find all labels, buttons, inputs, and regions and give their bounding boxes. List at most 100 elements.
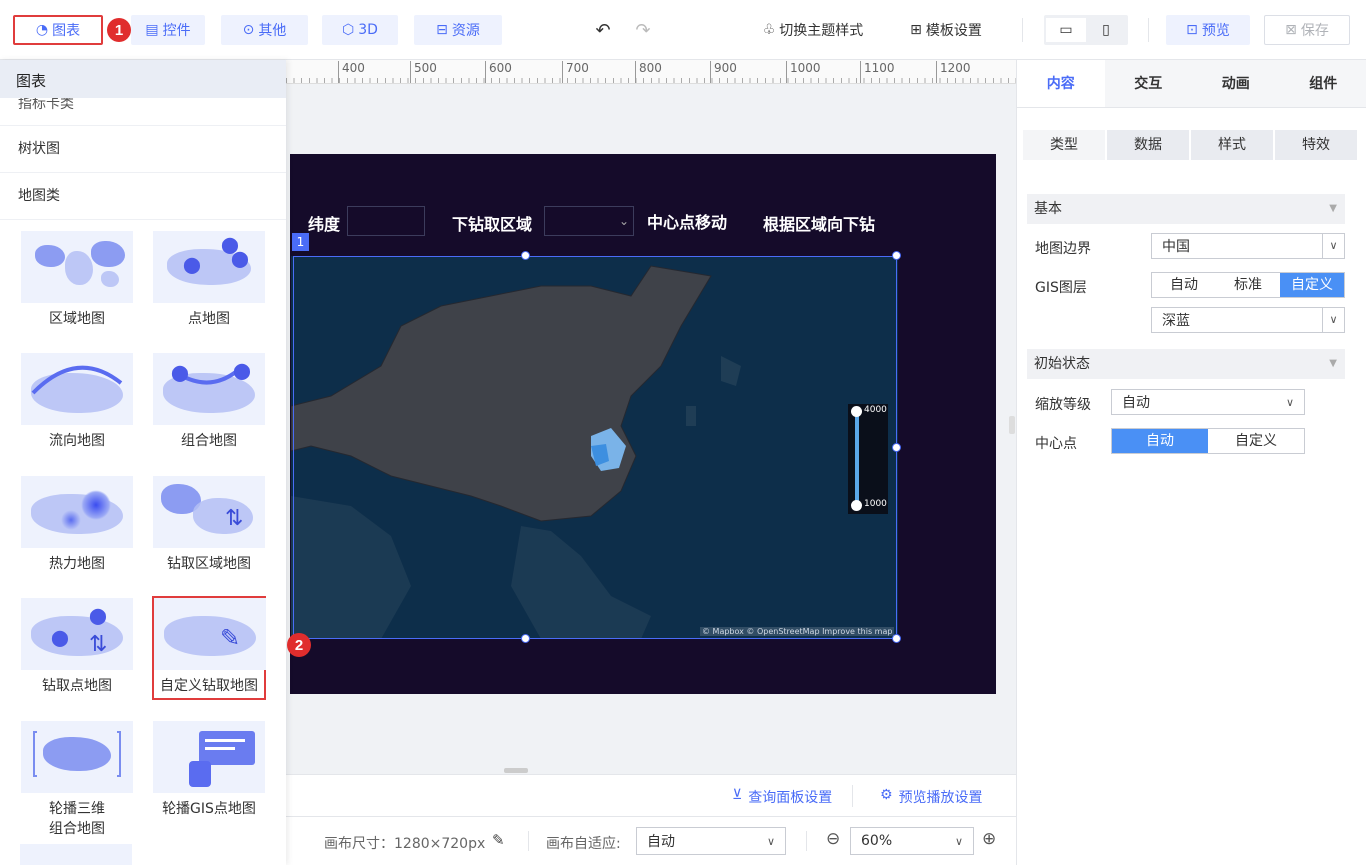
ruler-tick: 600 xyxy=(485,61,512,83)
control-button[interactable]: ▤ 控件 xyxy=(131,15,205,45)
preview-play-settings[interactable]: ⚙ 预览播放设置 xyxy=(880,787,983,807)
chevron-down-icon: ⌄ xyxy=(618,214,629,228)
save-button[interactable]: ⊠ 保存 xyxy=(1264,15,1350,45)
chart-button[interactable]: ◔ 图表 xyxy=(13,15,103,45)
resize-handle-top[interactable] xyxy=(521,251,530,260)
theme-button[interactable]: ♧ 切换主题样式 xyxy=(750,15,876,45)
flow-map-thumbnail xyxy=(21,353,133,425)
category-map[interactable]: 地图类 xyxy=(0,173,286,220)
other-button[interactable]: ⊙ 其他 xyxy=(221,15,308,45)
map-attribution[interactable]: © Mapbox © OpenStreetMap Improve this ma… xyxy=(700,627,895,636)
category-tree-chart[interactable]: 树状图 xyxy=(0,126,286,173)
subtab-effects[interactable]: 特效 xyxy=(1275,130,1359,160)
drill-area-select[interactable]: ⌄ xyxy=(544,206,634,236)
ruler-tick: 1000 xyxy=(786,61,821,83)
drill-point-map-card[interactable]: ⬤ ⬤ ⇅ 钻取点地图 xyxy=(20,598,134,696)
desktop-icon[interactable]: ▭ xyxy=(1046,18,1086,42)
combined-map-card[interactable]: ⬤ ⬤ 组合地图 xyxy=(152,353,266,451)
edit-icon[interactable]: ✎ xyxy=(492,831,505,849)
more-circle-icon: ⊙ xyxy=(242,22,255,38)
sub-tabs: 类型 数据 样式 特效 xyxy=(1023,130,1359,160)
legend-handle-max[interactable] xyxy=(851,406,862,417)
carousel-3d-map-card[interactable]: 轮播三维 组合地图 xyxy=(20,721,134,839)
latitude-input[interactable] xyxy=(347,206,425,236)
undo-button[interactable]: ↶ xyxy=(588,15,618,45)
drill-by-region-button[interactable]: 根据区域向下钻 xyxy=(763,211,875,235)
dashboard-screen: 纬度 下钻取区域 ⌄ 中心点移动 根据区域向下钻 1 4000 1000 © M… xyxy=(290,154,996,694)
zoom-select[interactable]: 60% ∨ xyxy=(850,827,974,855)
redo-button[interactable]: ↷ xyxy=(628,15,658,45)
3d-button[interactable]: ⬡ 3D xyxy=(322,15,398,45)
canvas-resize-handle[interactable] xyxy=(504,768,528,773)
adapt-value: 自动 xyxy=(647,834,675,850)
canvas-footer: ⊻ 查询面板设置 ⚙ 预览播放设置 xyxy=(286,774,1016,816)
step-marker-2: 2 xyxy=(287,633,311,657)
caret-down-icon: ▼ xyxy=(1329,358,1337,369)
resize-handle-bottom[interactable] xyxy=(521,634,530,643)
map-pin-icon: ⬤ xyxy=(51,628,69,647)
tab-animation[interactable]: 动画 xyxy=(1192,60,1280,107)
adapt-select[interactable]: 自动 ∨ xyxy=(636,827,786,855)
heat-map-card[interactable]: 热力地图 xyxy=(20,476,134,574)
flow-map-card[interactable]: 流向地图 xyxy=(20,353,134,451)
save-icon: ⊠ xyxy=(1285,22,1297,38)
card-label: 区域地图 xyxy=(49,311,105,327)
subtab-data[interactable]: 数据 xyxy=(1107,130,1191,160)
tab-content[interactable]: 内容 xyxy=(1017,60,1105,107)
zoom-out-icon[interactable]: ⊖ xyxy=(826,829,840,849)
ruler-tick: 1100 xyxy=(860,61,895,83)
gear-icon: ⚙ xyxy=(880,787,893,803)
carousel-gis-point-map-card[interactable]: 轮播GIS点地图 xyxy=(152,721,266,819)
subtab-type[interactable]: 类型 xyxy=(1023,130,1107,160)
resize-handle-right[interactable] xyxy=(892,443,901,452)
shirt-icon: ♧ xyxy=(762,22,776,38)
tab-interaction[interactable]: 交互 xyxy=(1104,60,1192,107)
gis-option-custom[interactable]: 自定义 xyxy=(1280,273,1344,297)
gis-option-auto[interactable]: 自动 xyxy=(1152,273,1216,297)
region-map-thumbnail xyxy=(21,231,133,303)
query-panel-label: 查询面板设置 xyxy=(748,790,833,806)
properties-panel: 内容 交互 动画 组件 类型 数据 样式 特效 基本 ▼ 地图边界 中国 ∨ G… xyxy=(1009,60,1366,865)
gis-style-select[interactable]: 深蓝 ∨ xyxy=(1151,307,1345,333)
query-panel-settings[interactable]: ⊻ 查询面板设置 xyxy=(732,787,832,807)
custom-drill-map-thumbnail: ✎ xyxy=(154,598,266,670)
center-option-auto[interactable]: 自动 xyxy=(1112,429,1208,453)
zoom-level-select[interactable]: 自动 ∨ xyxy=(1111,389,1305,415)
preview-button[interactable]: ⊡ 预览 xyxy=(1166,15,1250,45)
control-button-label: 控件 xyxy=(162,23,191,39)
card-label: 流向地图 xyxy=(49,433,105,449)
map-border-value: 中国 xyxy=(1162,239,1190,255)
section-initial-state[interactable]: 初始状态 ▼ xyxy=(1027,349,1345,379)
template-button[interactable]: ⊞ 模板设置 xyxy=(898,15,994,45)
point-map-thumbnail: ⬤ ⬤ ⬤ xyxy=(153,231,265,303)
mobile-icon[interactable]: ▯ xyxy=(1086,18,1126,42)
map-border-select[interactable]: 中国 ∨ xyxy=(1151,233,1345,259)
category-indicator-cards[interactable]: 指标卡类 xyxy=(0,98,286,126)
drill-region-map-card[interactable]: ⇅ 钻取区域地图 xyxy=(152,476,266,574)
center-option-custom[interactable]: 自定义 xyxy=(1208,429,1304,453)
custom-drill-map-card[interactable]: ✎ 自定义钻取地图 xyxy=(152,596,266,700)
point-map-card[interactable]: ⬤ ⬤ ⬤ 点地图 xyxy=(152,231,266,329)
resize-handle-top-right[interactable] xyxy=(892,251,901,260)
region-map-card[interactable]: 区域地图 xyxy=(20,231,134,329)
ruler-tick: 500 xyxy=(410,61,437,83)
chevron-down-icon: ∨ xyxy=(1322,234,1344,258)
tab-component[interactable]: 组件 xyxy=(1279,60,1366,107)
section-title: 初始状态 xyxy=(1034,356,1090,372)
preview-icon: ⊡ xyxy=(1186,22,1198,38)
drill-point-map-thumbnail: ⬤ ⬤ ⇅ xyxy=(21,598,133,670)
legend-handle-min[interactable] xyxy=(851,500,862,511)
selected-widget-border[interactable] xyxy=(293,256,897,639)
carousel-gis-point-map-thumbnail xyxy=(153,721,265,793)
section-basic[interactable]: 基本 ▼ xyxy=(1027,194,1345,224)
next-card-thumbnail[interactable] xyxy=(20,844,132,865)
divider xyxy=(1022,18,1023,42)
zoom-level-value: 自动 xyxy=(1122,395,1150,411)
panel-collapse-handle[interactable] xyxy=(1009,416,1015,434)
center-move-button[interactable]: 中心点移动 xyxy=(647,209,727,233)
zoom-in-icon[interactable]: ⊕ xyxy=(982,829,996,849)
divider xyxy=(806,831,807,851)
resource-button[interactable]: ⊟ 资源 xyxy=(414,15,502,45)
subtab-style[interactable]: 样式 xyxy=(1191,130,1275,160)
gis-option-standard[interactable]: 标准 xyxy=(1216,273,1280,297)
